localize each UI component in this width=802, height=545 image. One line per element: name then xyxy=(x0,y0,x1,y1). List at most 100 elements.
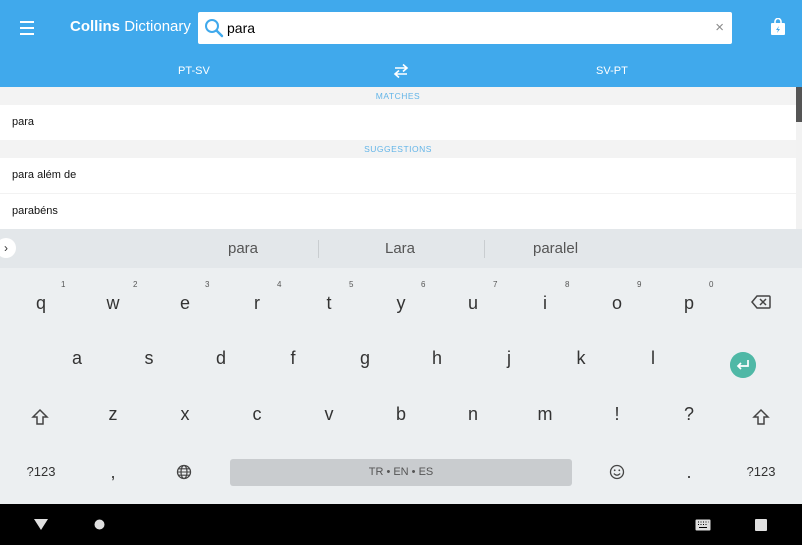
key-v[interactable]: v xyxy=(299,393,359,443)
key-number-hint: 6 xyxy=(421,280,426,289)
close-icon[interactable]: × xyxy=(715,19,724,36)
symbols-key[interactable]: ?123 xyxy=(11,454,71,489)
key-x[interactable]: x xyxy=(155,393,215,443)
key-label: ? xyxy=(683,404,694,424)
key-number-hint: 8 xyxy=(565,280,570,289)
shopping-bag-icon[interactable] xyxy=(770,18,786,36)
list-item[interactable]: para além de xyxy=(0,158,796,193)
key-c[interactable]: c xyxy=(227,393,287,443)
key-label: g xyxy=(359,348,370,368)
key-comma[interactable]: , xyxy=(83,454,143,489)
key-l[interactable]: l xyxy=(623,335,683,385)
shift-icon[interactable] xyxy=(31,408,49,426)
key-label: y xyxy=(396,293,406,313)
key-u[interactable]: 7u xyxy=(443,277,503,327)
key-t[interactable]: 5t xyxy=(299,277,359,327)
keyboard-suggestion[interactable]: para xyxy=(228,240,258,257)
key-z[interactable]: z xyxy=(83,393,143,443)
app-title-bold: Collins xyxy=(70,18,121,35)
key-label: s xyxy=(144,348,154,368)
suggestion-divider xyxy=(484,240,485,258)
key-label: c xyxy=(252,404,262,424)
key-h[interactable]: h xyxy=(407,335,467,385)
key-n[interactable]: n xyxy=(443,393,503,443)
globe-icon[interactable] xyxy=(176,464,192,480)
key-label: l xyxy=(651,348,655,368)
key-question[interactable]: ? xyxy=(659,393,719,443)
key-r[interactable]: 4r xyxy=(227,277,287,327)
key-k[interactable]: k xyxy=(551,335,611,385)
key-d[interactable]: d xyxy=(191,335,251,385)
key-f[interactable]: f xyxy=(263,335,323,385)
search-input[interactable] xyxy=(227,18,697,38)
key-label: b xyxy=(395,404,406,424)
key-period[interactable]: . xyxy=(659,454,719,489)
system-nav-bar xyxy=(0,504,802,545)
results-list: MATCHES para SUGGESTIONS para além de pa… xyxy=(0,87,802,229)
back-icon[interactable] xyxy=(33,518,49,531)
search-box[interactable]: × xyxy=(198,12,732,44)
key-y[interactable]: 6y xyxy=(371,277,431,327)
key-q[interactable]: 1q xyxy=(11,277,71,327)
key-i[interactable]: 8i xyxy=(515,277,575,327)
keyboard-icon[interactable] xyxy=(695,519,711,531)
key-exclamation[interactable]: ! xyxy=(587,393,647,443)
list-item[interactable]: parabéns xyxy=(0,194,796,229)
keyboard: › para Lara paralel 1q 2w 3e 4r 5t 6y 7u… xyxy=(0,229,802,504)
backspace-icon[interactable] xyxy=(751,295,771,309)
key-label: z xyxy=(108,404,118,424)
app-title: Collins Dictionary xyxy=(70,18,191,35)
key-j[interactable]: j xyxy=(479,335,539,385)
home-icon[interactable] xyxy=(94,519,105,530)
key-g[interactable]: g xyxy=(335,335,395,385)
key-label: o xyxy=(611,293,622,313)
app: Collins Dictionary × PT-SV SV-PT MATCHES… xyxy=(0,0,802,545)
key-label: v xyxy=(324,404,334,424)
suggestions-header: SUGGESTIONS xyxy=(0,140,796,158)
key-label: p xyxy=(683,293,694,313)
key-label: ! xyxy=(614,404,620,424)
key-b[interactable]: b xyxy=(371,393,431,443)
menu-icon[interactable] xyxy=(14,16,40,40)
key-s[interactable]: s xyxy=(119,335,179,385)
matches-header: MATCHES xyxy=(0,87,796,105)
list-item[interactable]: para xyxy=(0,105,796,140)
symbols-key[interactable]: ?123 xyxy=(731,454,791,489)
key-o[interactable]: 9o xyxy=(587,277,647,327)
key-label: ?123 xyxy=(26,464,56,479)
key-m[interactable]: m xyxy=(515,393,575,443)
key-label: a xyxy=(71,348,82,368)
top-app-bar: Collins Dictionary × PT-SV SV-PT xyxy=(0,0,802,87)
key-label: n xyxy=(467,404,478,424)
suggestion-divider xyxy=(318,240,319,258)
key-label: k xyxy=(576,348,586,368)
key-label: , xyxy=(110,462,116,482)
tab-sv-pt[interactable]: SV-PT xyxy=(596,65,628,77)
key-w[interactable]: 2w xyxy=(83,277,143,327)
enter-icon[interactable] xyxy=(730,352,756,378)
key-number-hint: 4 xyxy=(277,280,282,289)
keyboard-suggestion[interactable]: Lara xyxy=(385,240,415,257)
scrollbar[interactable] xyxy=(796,87,802,122)
key-label: w xyxy=(106,293,120,313)
tab-pt-sv[interactable]: PT-SV xyxy=(178,65,210,77)
key-label: m xyxy=(537,404,553,424)
key-e[interactable]: 3e xyxy=(155,277,215,327)
key-label: i xyxy=(543,293,547,313)
key-number-hint: 7 xyxy=(493,280,498,289)
key-number-hint: 1 xyxy=(61,280,66,289)
emoji-icon[interactable] xyxy=(609,464,625,480)
shift-icon[interactable] xyxy=(752,408,770,426)
key-label: ?123 xyxy=(746,464,776,479)
key-label: j xyxy=(507,348,511,368)
keyboard-suggestion[interactable]: paralel xyxy=(533,240,578,257)
key-a[interactable]: a xyxy=(47,335,107,385)
key-p[interactable]: 0p xyxy=(659,277,719,327)
recents-icon[interactable] xyxy=(755,519,767,531)
key-label: t xyxy=(326,293,332,313)
space-bar[interactable]: TR • EN • ES xyxy=(230,459,572,486)
key-label: e xyxy=(179,293,190,313)
expand-icon[interactable]: › xyxy=(0,238,16,258)
swap-icon[interactable] xyxy=(392,63,410,79)
key-label: f xyxy=(290,348,296,368)
